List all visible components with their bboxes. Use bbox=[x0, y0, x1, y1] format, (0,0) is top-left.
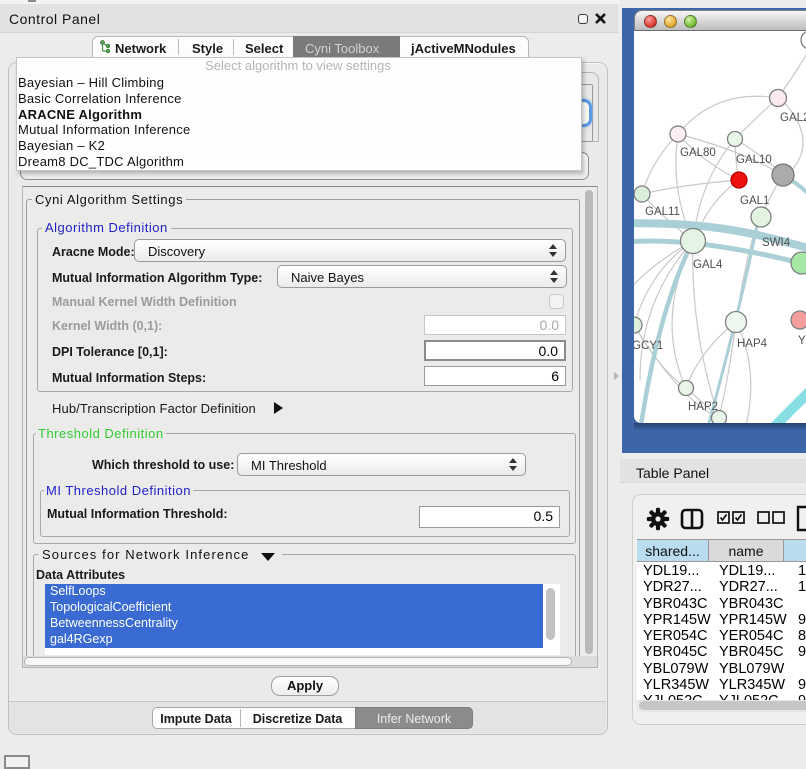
svg-text:SWI4: SWI4 bbox=[762, 237, 791, 249]
svg-text:GAL11: GAL11 bbox=[645, 206, 680, 218]
svg-text:GAL80: GAL80 bbox=[680, 147, 716, 159]
svg-text:GAL10: GAL10 bbox=[736, 154, 772, 166]
svg-text:Y: Y bbox=[798, 335, 806, 347]
svg-text:GAL4: GAL4 bbox=[693, 259, 723, 271]
svg-text:HAP4: HAP4 bbox=[737, 338, 768, 350]
svg-text:HAP2: HAP2 bbox=[688, 401, 718, 413]
svg-text:GAL1: GAL1 bbox=[740, 195, 769, 207]
svg-text:GCY1: GCY1 bbox=[634, 340, 663, 352]
svg-text:GAL2: GAL2 bbox=[780, 112, 806, 124]
